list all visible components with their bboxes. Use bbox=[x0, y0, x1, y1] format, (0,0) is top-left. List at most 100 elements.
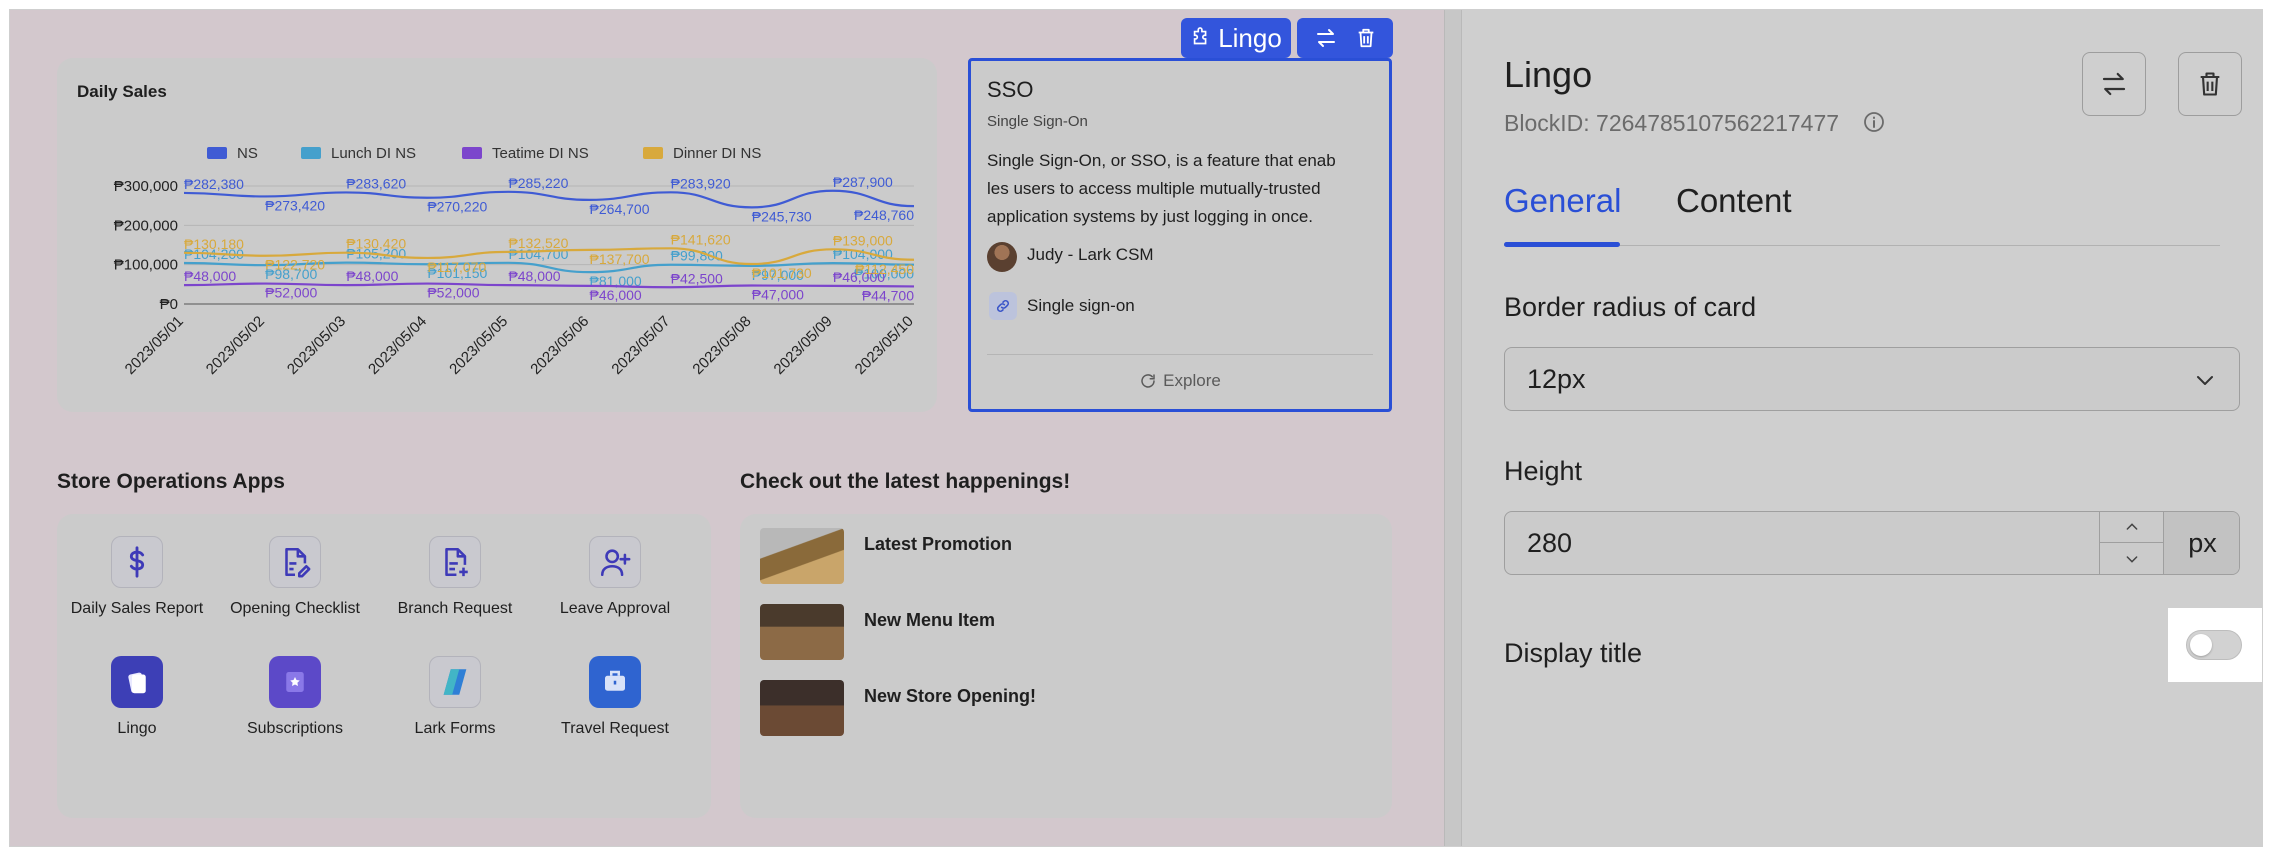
news-card: Latest Promotion New Menu Item New Store… bbox=[740, 514, 1392, 818]
data-label: ₱112,450 bbox=[855, 261, 914, 277]
data-label: ₱139,000 bbox=[833, 232, 893, 248]
daily-sales-chart: NS Lunch DI NS Teatime DI NS Dinner DI NS ₱3… bbox=[114, 145, 917, 378]
increment-button[interactable] bbox=[2100, 512, 2163, 543]
data-label: ₱130,180 bbox=[184, 236, 244, 252]
data-label: ₱141,620 bbox=[671, 231, 731, 247]
data-label: ₱282,380 bbox=[184, 176, 244, 192]
dollar-icon bbox=[111, 536, 163, 588]
x-tick-label: 2023/05/06 bbox=[527, 313, 592, 378]
data-label: ₱101,730 bbox=[752, 265, 812, 281]
y-tick-label: ₱300,000 bbox=[114, 178, 178, 195]
sso-link[interactable]: Single sign-on bbox=[1027, 296, 1135, 316]
swap-block-button[interactable] bbox=[2082, 52, 2146, 116]
data-label: ₱46,000 bbox=[590, 287, 642, 303]
trash-icon bbox=[2200, 72, 2220, 96]
subscriptions-icon bbox=[269, 656, 321, 708]
delete-block-button[interactable] bbox=[2178, 52, 2242, 116]
x-tick-label: 2023/05/05 bbox=[446, 313, 511, 378]
panel-title: Lingo bbox=[1504, 54, 1593, 95]
news-item-menu[interactable]: New Menu Item bbox=[740, 590, 1392, 666]
height-unit: px bbox=[2163, 512, 2239, 574]
user-add-icon bbox=[589, 536, 641, 588]
news-item-promotion[interactable]: Latest Promotion bbox=[740, 514, 1392, 590]
x-tick-label: 2023/05/07 bbox=[608, 313, 673, 378]
forms-icon bbox=[429, 656, 481, 708]
block-id: BlockID: 7264785107562217477 bbox=[1504, 110, 1840, 136]
app-daily-sales-report[interactable]: Daily Sales Report bbox=[57, 536, 217, 618]
legend-label: Lunch DI NS bbox=[331, 145, 416, 162]
x-tick-label: 2023/05/02 bbox=[203, 313, 268, 378]
x-tick-label: 2023/05/09 bbox=[771, 313, 836, 378]
sso-card[interactable]: SSO Single Sign-On Single Sign-On, or SS… bbox=[968, 58, 1392, 412]
toggle-knob bbox=[2190, 634, 2212, 656]
border-radius-select[interactable]: 12px bbox=[1504, 347, 2240, 411]
app-lark-forms[interactable]: Lark Forms bbox=[375, 656, 535, 738]
border-radius-label: Border radius of card bbox=[1504, 292, 1757, 322]
news-item-store[interactable]: New Store Opening! bbox=[740, 666, 1392, 742]
border-radius-value: 12px bbox=[1527, 364, 1586, 394]
sso-title: SSO bbox=[987, 77, 1034, 102]
data-label: ₱270,220 bbox=[427, 199, 487, 215]
app-branch-request[interactable]: Branch Request bbox=[375, 536, 535, 618]
app-travel-request[interactable]: Travel Request bbox=[535, 656, 695, 738]
app-lingo[interactable]: Lingo bbox=[57, 656, 217, 738]
refresh-icon bbox=[1141, 374, 1155, 388]
x-tick-label: 2023/05/04 bbox=[365, 313, 430, 378]
tab-general[interactable]: General bbox=[1504, 182, 1621, 220]
data-label: ₱283,920 bbox=[671, 175, 731, 191]
y-tick-label: ₱100,000 bbox=[114, 257, 178, 274]
decrement-button[interactable] bbox=[2100, 543, 2163, 574]
display-title-toggle[interactable] bbox=[2186, 630, 2242, 660]
y-tick-label: ₱200,000 bbox=[114, 217, 178, 234]
tab-content[interactable]: Content bbox=[1676, 182, 1792, 220]
x-tick-label: 2023/05/10 bbox=[852, 313, 917, 378]
puzzle-icon bbox=[1193, 27, 1207, 45]
app-leave-approval[interactable]: Leave Approval bbox=[535, 536, 695, 618]
sso-divider bbox=[987, 354, 1373, 355]
active-tab-indicator bbox=[1504, 242, 1620, 247]
canvas-area: Daily Sales NS Lunch DI NS Teatime DI NS Di… bbox=[10, 10, 1444, 846]
block-name-button[interactable]: Lingo bbox=[1181, 18, 1291, 58]
legend-label: Teatime DI NS bbox=[492, 145, 589, 162]
data-label: ₱117,070 bbox=[427, 259, 486, 275]
app-opening-checklist[interactable]: Opening Checklist bbox=[215, 536, 375, 618]
block-actions-toolbar bbox=[1297, 18, 1393, 58]
lingo-icon bbox=[111, 656, 163, 708]
data-label: ₱47,000 bbox=[752, 287, 804, 303]
link-icon bbox=[989, 292, 1017, 320]
data-label: ₱273,420 bbox=[265, 197, 325, 213]
legend-swatch bbox=[643, 147, 663, 159]
display-title-label: Display title bbox=[1504, 638, 1643, 668]
news-section-title: Check out the latest happenings! bbox=[740, 470, 1071, 493]
info-icon[interactable] bbox=[1862, 110, 1886, 134]
panel-resize-handle[interactable] bbox=[1444, 10, 1462, 846]
explore-button[interactable]: Explore bbox=[971, 371, 1389, 391]
sso-description-line3: application systems by just logging in o… bbox=[987, 207, 1314, 226]
legend-label: NS bbox=[237, 145, 258, 162]
swap-icon[interactable] bbox=[1314, 26, 1338, 50]
menu-thumbnail bbox=[760, 604, 844, 660]
legend-label: Dinner DI NS bbox=[673, 145, 761, 162]
data-label: ₱245,730 bbox=[752, 208, 812, 224]
apps-section-title: Store Operations Apps bbox=[57, 470, 285, 493]
data-label: ₱264,700 bbox=[590, 201, 650, 217]
data-label: ₱122,720 bbox=[265, 257, 325, 273]
data-label: ₱130,420 bbox=[346, 236, 406, 252]
sso-description-line1: Single Sign-On, or SSO, is a feature tha… bbox=[987, 151, 1336, 170]
height-input[interactable]: 280 bbox=[1527, 528, 1572, 559]
trash-icon[interactable] bbox=[1355, 27, 1377, 49]
apps-card: Daily Sales Report Opening Checklist Bra… bbox=[57, 514, 711, 818]
swap-icon bbox=[2102, 72, 2126, 96]
daily-sales-chart-card[interactable]: Daily Sales NS Lunch DI NS Teatime DI NS Di… bbox=[57, 58, 937, 412]
checklist-icon bbox=[269, 536, 321, 588]
promotion-thumbnail bbox=[760, 528, 844, 584]
data-label: ₱137,700 bbox=[590, 251, 650, 267]
height-label: Height bbox=[1504, 456, 1583, 486]
data-label: ₱287,900 bbox=[833, 174, 893, 190]
data-label: ₱285,220 bbox=[508, 175, 568, 191]
chevron-down-icon bbox=[2197, 376, 2213, 385]
app-subscriptions[interactable]: Subscriptions bbox=[215, 656, 375, 738]
data-label: ₱44,700 bbox=[862, 287, 914, 303]
height-stepper: 280 px bbox=[1504, 511, 2240, 575]
data-label: ₱42,500 bbox=[671, 270, 723, 286]
